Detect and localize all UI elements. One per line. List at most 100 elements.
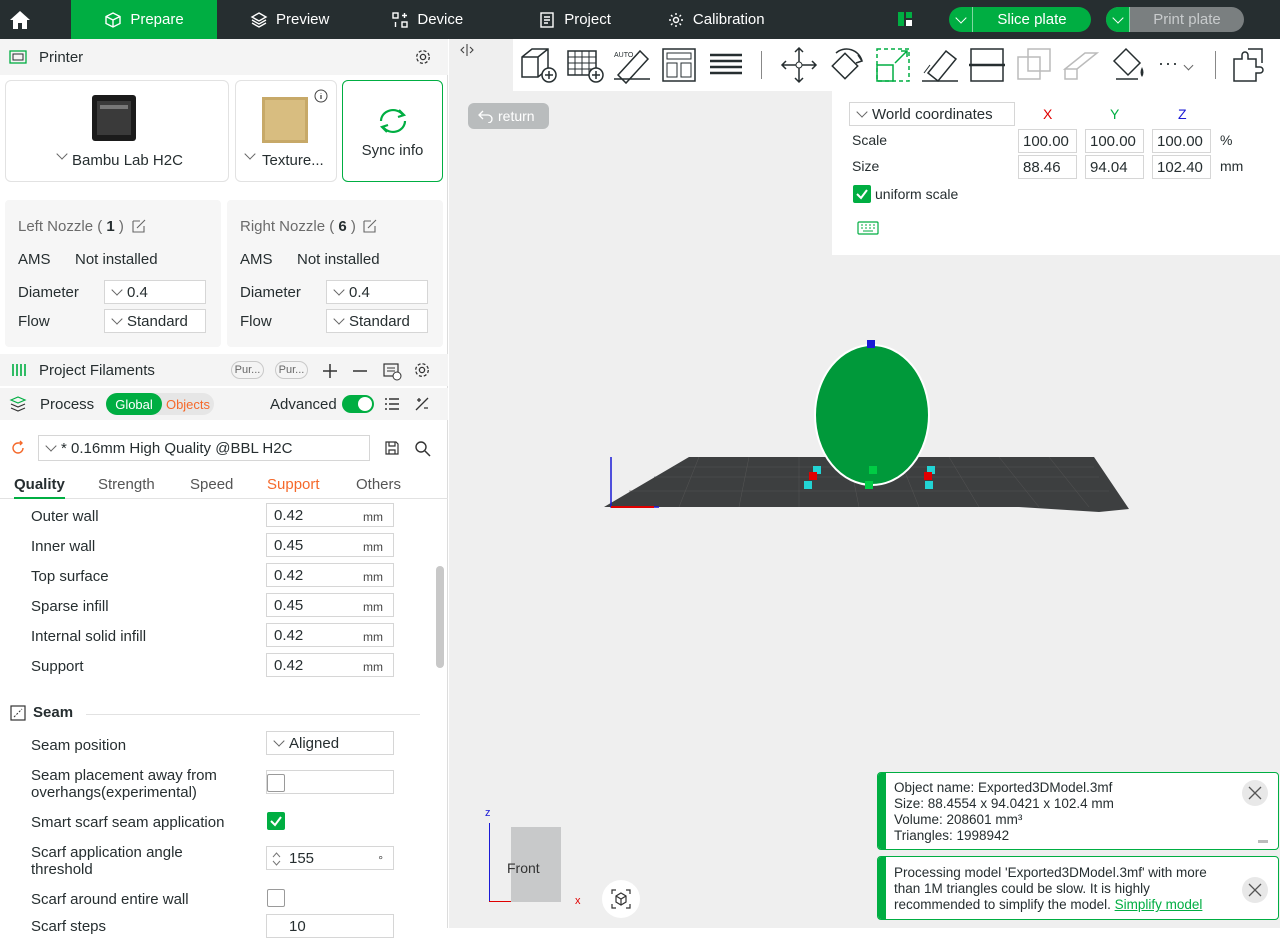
print-plate-button[interactable]: Print plate: [1106, 7, 1244, 32]
model-object[interactable]: [814, 344, 930, 486]
list-icon[interactable]: [384, 396, 400, 412]
build-plate-scene[interactable]: [599, 329, 1149, 519]
uniform-scale-checkbox[interactable]: [853, 185, 871, 203]
right-flow-select[interactable]: Standard: [326, 309, 428, 333]
tab-support[interactable]: Support: [267, 476, 320, 493]
printer-header: Printer: [0, 39, 448, 75]
process-preset-select[interactable]: * 0.16mm High Quality @BBL H2C: [38, 435, 370, 461]
edit-icon[interactable]: [362, 218, 378, 234]
remove-filament-icon[interactable]: [352, 363, 368, 379]
save-icon[interactable]: [384, 440, 400, 456]
edit-icon[interactable]: [131, 218, 147, 234]
scarf-angle-spinner[interactable]: 155 °: [266, 846, 394, 870]
size-x-input[interactable]: 88.46: [1018, 155, 1077, 179]
scarf-around-checkbox[interactable]: [267, 889, 285, 907]
simplify-model-link[interactable]: Simplify model: [1115, 897, 1203, 912]
split-layers-icon[interactable]: [706, 45, 746, 85]
boolean-icon[interactable]: [1014, 45, 1054, 85]
right-ams-value: Not installed: [297, 251, 380, 268]
tab-quality[interactable]: Quality: [14, 476, 65, 499]
seam-placement-checkbox[interactable]: [267, 774, 285, 792]
settings-scrollbar[interactable]: [436, 566, 444, 668]
auto-orient-icon[interactable]: AUTO: [612, 45, 652, 85]
3d-viewport[interactable]: AUTO ··· return World coordinates X Y Z …: [449, 39, 1280, 928]
view-reset-button[interactable]: [602, 880, 640, 918]
size-z-input[interactable]: 102.40: [1152, 155, 1211, 179]
left-flow-select[interactable]: Standard: [104, 309, 206, 333]
tab-preview-label: Preview: [276, 11, 330, 28]
tab-speed[interactable]: Speed: [190, 476, 233, 493]
add-plate-icon[interactable]: [565, 45, 605, 85]
right-nozzle-panel: Right Nozzle ( 6 ) AMS Not installed Dia…: [227, 200, 443, 347]
spinner-arrows-icon[interactable]: [272, 851, 281, 867]
left-diameter-select[interactable]: 0.4: [104, 280, 206, 304]
plate-select[interactable]: Texture...: [235, 80, 337, 182]
scarf-steps-spinner[interactable]: 10: [266, 914, 394, 938]
support-width-input[interactable]: 0.42 mm: [266, 653, 394, 677]
more-tools-icon[interactable]: ···: [1158, 53, 1194, 74]
home-button[interactable]: [0, 0, 40, 39]
layout-toggle-icon[interactable]: [897, 11, 913, 27]
inner-wall-input[interactable]: 0.45 mm: [266, 533, 394, 557]
scale-z-input[interactable]: 100.00: [1152, 129, 1211, 153]
add-filament-icon[interactable]: [322, 363, 338, 379]
rotate-icon[interactable]: [826, 45, 866, 85]
internal-solid-infill-input[interactable]: 0.42 mm: [266, 623, 394, 647]
sparse-infill-input[interactable]: 0.45 mm: [266, 593, 394, 617]
add-object-icon[interactable]: [518, 45, 558, 85]
tab-preview[interactable]: Preview: [250, 0, 329, 39]
z-handle[interactable]: [867, 340, 875, 348]
color-paint-icon[interactable]: [1108, 45, 1148, 85]
tab-strength[interactable]: Strength: [98, 476, 155, 493]
compare-icon[interactable]: [414, 396, 430, 412]
seam-position-select[interactable]: Aligned: [266, 731, 394, 755]
home-icon: [10, 10, 30, 29]
close-button[interactable]: [1242, 780, 1268, 806]
filament-sync-icon[interactable]: [382, 361, 402, 381]
assembly-puzzle-icon[interactable]: [1228, 45, 1268, 85]
tab-project[interactable]: Project: [538, 0, 611, 39]
top-surface-input[interactable]: 0.42 mm: [266, 563, 394, 587]
sync-info-button[interactable]: Sync info: [342, 80, 443, 182]
tab-device[interactable]: Device: [391, 0, 463, 39]
scale-y-input[interactable]: 100.00: [1085, 129, 1144, 153]
filament-settings-gear-icon[interactable]: [413, 361, 431, 379]
scale-x-input[interactable]: 100.00: [1018, 129, 1077, 153]
printer-select[interactable]: Bambu Lab H2C: [5, 80, 229, 182]
outer-wall-input[interactable]: 0.42 mm: [266, 503, 394, 527]
right-diameter-select[interactable]: 0.4: [326, 280, 428, 304]
global-objects-switch[interactable]: Global Objects: [106, 393, 214, 415]
view-cube[interactable]: z Front x: [485, 807, 581, 907]
collapse-sidebar-icon[interactable]: [459, 43, 475, 57]
cut-icon[interactable]: [967, 45, 1007, 85]
slice-dropdown-icon[interactable]: [949, 7, 973, 32]
size-y-input[interactable]: 94.04: [1085, 155, 1144, 179]
tab-others[interactable]: Others: [356, 476, 401, 493]
objects-toggle[interactable]: Objects: [162, 393, 214, 415]
scale-icon[interactable]: [873, 45, 913, 85]
printer-settings-gear-icon[interactable]: [414, 48, 432, 66]
arrange-icon[interactable]: [659, 45, 699, 85]
close-button[interactable]: [1242, 877, 1268, 903]
smart-scarf-checkbox[interactable]: [267, 812, 285, 830]
search-icon[interactable]: [414, 440, 431, 457]
collapse-icon[interactable]: [1258, 840, 1268, 843]
reset-icon[interactable]: [10, 440, 26, 456]
tab-prepare[interactable]: Prepare: [71, 0, 217, 39]
info-icon[interactable]: [314, 89, 328, 103]
filament-pill-1[interactable]: Pur...: [231, 361, 264, 379]
print-dropdown-icon[interactable]: [1106, 7, 1130, 32]
slice-plate-button[interactable]: Slice plate: [949, 7, 1091, 32]
coordinate-system-select[interactable]: World coordinates: [849, 102, 1015, 126]
support-paint-icon[interactable]: [1061, 45, 1101, 85]
tab-calibration[interactable]: Calibration: [667, 0, 765, 39]
lay-on-face-icon[interactable]: [920, 45, 960, 85]
keyboard-icon[interactable]: [857, 221, 879, 235]
textured-plate-image: [262, 97, 308, 143]
move-icon[interactable]: [779, 45, 819, 85]
global-toggle[interactable]: Global: [106, 393, 162, 415]
advanced-toggle[interactable]: [342, 395, 374, 413]
seam-position-select[interactable]: [266, 770, 394, 794]
return-button[interactable]: return: [468, 103, 549, 129]
filament-pill-2[interactable]: Pur...: [275, 361, 308, 379]
